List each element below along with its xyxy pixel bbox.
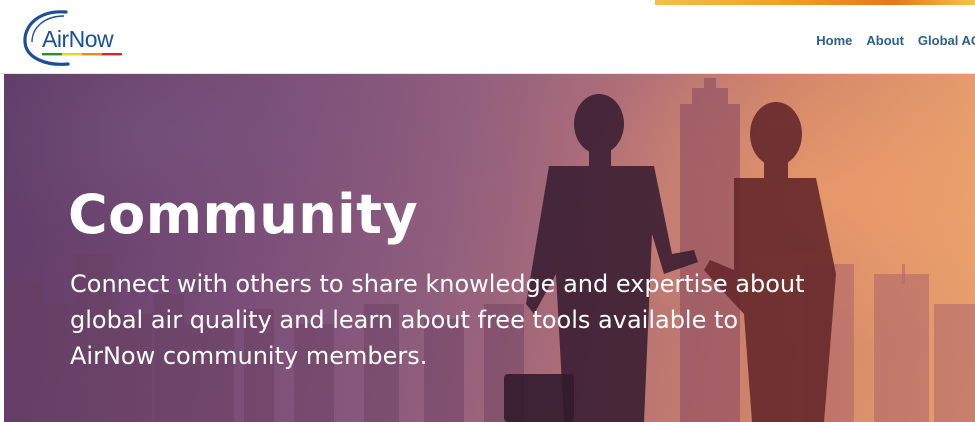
- logo-text: AirNow: [42, 26, 114, 52]
- site-header: AirNow Home About Global AQ: [0, 5, 975, 74]
- main-nav: Home About Global AQ: [816, 33, 975, 48]
- hero-banner: Community Connect with others to share k…: [4, 74, 975, 422]
- nav-global-aq[interactable]: Global AQ: [918, 33, 975, 48]
- hero-title: Community: [68, 183, 419, 246]
- nav-about[interactable]: About: [866, 33, 904, 48]
- nav-home[interactable]: Home: [816, 33, 852, 48]
- hero-description: Connect with others to share knowledge a…: [70, 270, 805, 370]
- airnow-logo[interactable]: AirNow: [16, 8, 132, 70]
- page: AirNow Home About Global AQ Community Co…: [0, 0, 975, 422]
